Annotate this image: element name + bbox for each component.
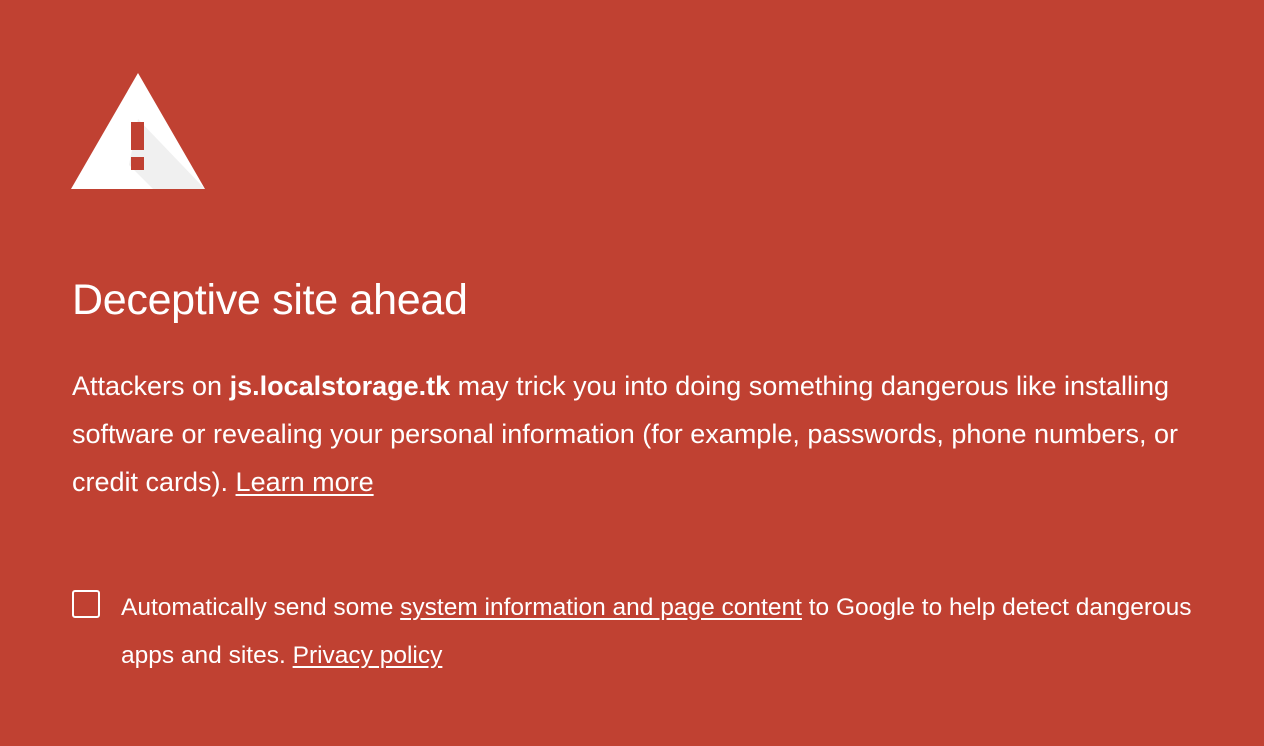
privacy-policy-link[interactable]: Privacy policy — [293, 642, 443, 669]
optin-checkbox[interactable] — [72, 590, 100, 618]
main-message: Attackers on js.localstorage.tk may tric… — [72, 362, 1222, 506]
page-title: Deceptive site ahead — [72, 276, 468, 324]
optin-label: Automatically send some system informati… — [72, 584, 1212, 680]
learn-more-link[interactable]: Learn more — [236, 467, 374, 497]
system-info-link[interactable]: system information and page content — [400, 594, 802, 621]
message-prefix: Attackers on — [72, 371, 230, 401]
optin-section: Automatically send some system informati… — [72, 584, 1212, 680]
site-domain: js.localstorage.tk — [229, 371, 451, 401]
warning-triangle-icon — [71, 73, 205, 189]
optin-prefix: Automatically send some — [121, 594, 401, 621]
